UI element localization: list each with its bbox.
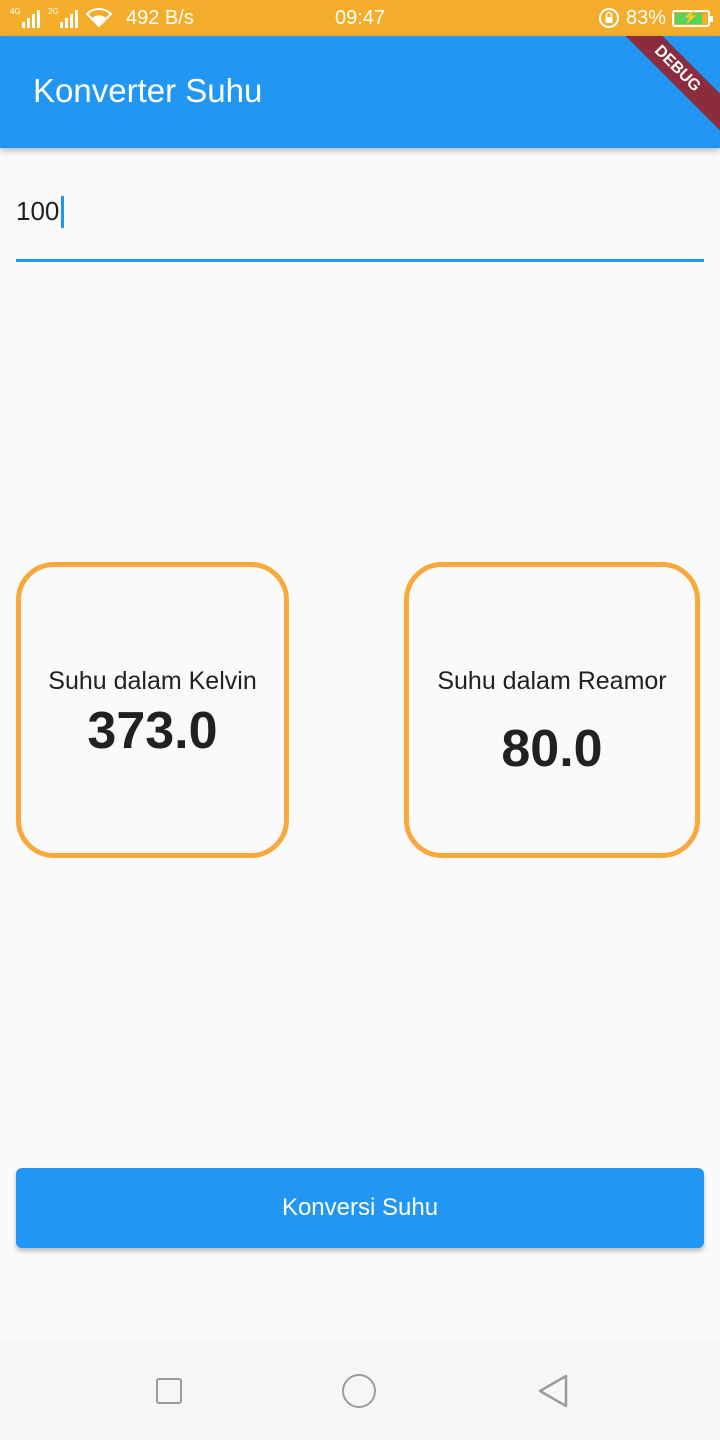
system-nav-bar [0, 1340, 720, 1440]
text-cursor [61, 196, 64, 228]
charging-bolt-icon: ⚡ [682, 8, 700, 24]
convert-button[interactable]: Konversi Suhu [16, 1168, 704, 1248]
kelvin-value: 373.0 [87, 702, 218, 760]
temperature-input-value[interactable]: 100 [16, 196, 59, 227]
status-bar: 4G 2G 492 B/s 09:47 83% ⚡ [0, 0, 720, 36]
debug-banner: DEBUG [607, 36, 720, 139]
kelvin-card: Suhu dalam Kelvin 373.0 [16, 562, 289, 858]
temperature-input[interactable]: 100 [16, 180, 704, 262]
recents-square-icon[interactable] [156, 1378, 182, 1404]
home-circle-icon[interactable] [342, 1374, 376, 1408]
page-title: Konverter Suhu [33, 72, 263, 109]
reamur-value: 80.0 [501, 720, 603, 778]
battery-icon: ⚡ [672, 8, 713, 27]
kelvin-label: Suhu dalam Kelvin [48, 667, 257, 695]
reamur-label: Suhu dalam Reamor [437, 667, 667, 695]
reamur-card: Suhu dalam Reamor 80.0 [404, 562, 700, 858]
rotation-lock-icon [598, 8, 619, 28]
back-triangle-icon[interactable] [536, 1373, 572, 1409]
status-right: 83% ⚡ [598, 0, 713, 36]
battery-percent: 83% [625, 6, 666, 29]
app-bar: Konverter Suhu DEBUG [0, 36, 720, 148]
